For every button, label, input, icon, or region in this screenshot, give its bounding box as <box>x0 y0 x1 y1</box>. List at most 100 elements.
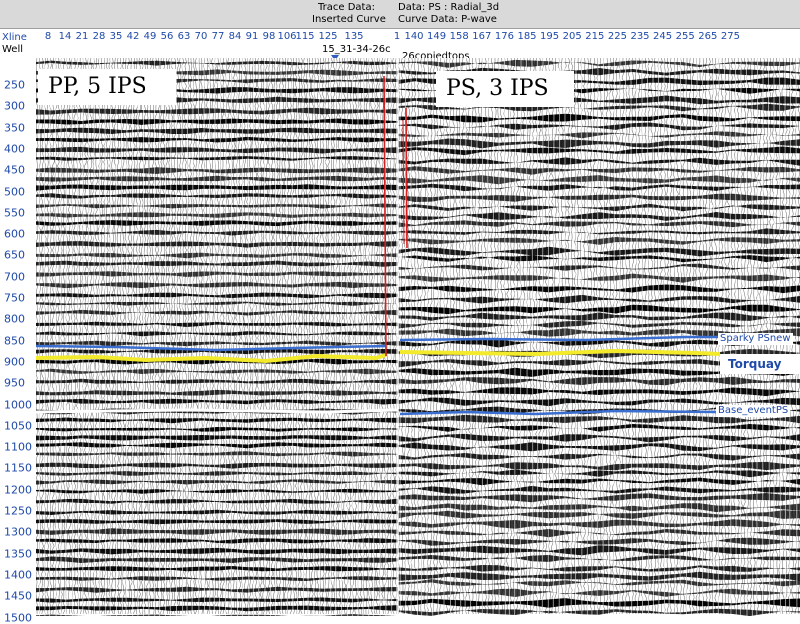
pp-trace-gap <box>270 58 271 616</box>
time-tick-label: 550 <box>4 206 25 219</box>
time-tick-label: 500 <box>4 185 25 198</box>
time-tick-label: 650 <box>4 249 25 262</box>
xline-tick-label: 215 <box>585 31 604 42</box>
time-tick-label: 900 <box>4 355 25 368</box>
xline-tick-label: 125 <box>318 31 337 42</box>
pp-trace-gap <box>363 58 364 616</box>
ps-panel-label: PS, 3 IPS <box>436 71 574 107</box>
inserted-curve-label: Inserted Curve <box>312 14 386 26</box>
time-tick-label: 350 <box>4 121 25 134</box>
pp-trace-gap <box>204 58 205 616</box>
xline-tick-label: 1 <box>394 31 400 42</box>
xline-tick-label: 42 <box>127 31 140 42</box>
xline-tick-label: 135 <box>344 31 363 42</box>
pp-trace-gap <box>265 58 266 616</box>
pp-trace-gap <box>308 58 309 616</box>
xline-tick-label: 265 <box>698 31 717 42</box>
time-tick-label: 700 <box>4 270 25 283</box>
xline-tick-label: 245 <box>653 31 672 42</box>
time-tick-label: 1000 <box>4 398 32 411</box>
ps-trace-gap <box>509 58 510 616</box>
pp-trace-gap <box>182 58 183 616</box>
time-tick-label: 400 <box>4 142 25 155</box>
xline-tick-label: 167 <box>472 31 491 42</box>
pp-trace-gap <box>116 58 117 616</box>
xline-tick-label: 255 <box>676 31 695 42</box>
xline-tick-label: 56 <box>161 31 174 42</box>
horizon-label-base-event[interactable]: Base_eventPS <box>716 405 790 417</box>
xline-tick-label: 235 <box>630 31 649 42</box>
well-track-ps <box>406 108 407 248</box>
time-tick-label: 1450 <box>4 590 32 603</box>
time-tick-label: 1500 <box>4 611 32 624</box>
xline-tick-label: 49 <box>144 31 157 42</box>
ps-trace-gap <box>576 58 577 616</box>
time-tick-label: 750 <box>4 292 25 305</box>
xline-tick-label: 140 <box>404 31 423 42</box>
horizon-label-sparky[interactable]: Sparky PSnew <box>718 333 793 345</box>
xline-tick-label: 149 <box>427 31 446 42</box>
time-tick-label: 950 <box>4 377 25 390</box>
time-tick-label: 450 <box>4 164 25 177</box>
white-horizon-pp <box>36 410 398 412</box>
ps-trace-gap <box>427 58 428 616</box>
plot-header: Trace Data: Data: PS : Radial_3d Inserte… <box>0 0 800 29</box>
xline-tick-label: 21 <box>76 31 89 42</box>
xline-tick-label: 205 <box>563 31 582 42</box>
xline-tick-label: 91 <box>246 31 259 42</box>
pp-trace-gap <box>39 58 40 616</box>
xline-tick-label: 70 <box>195 31 208 42</box>
xline-tick-label: 106 <box>277 31 296 42</box>
ps-trace-gap <box>642 58 643 616</box>
time-tick-label: 1150 <box>4 462 32 475</box>
pp-trace-gap <box>56 58 57 616</box>
xline-tick-label: 225 <box>608 31 627 42</box>
xline-tick-label: 195 <box>540 31 559 42</box>
xline-tick-label: 8 <box>45 31 51 42</box>
time-tick-label: 800 <box>4 313 25 326</box>
time-tick-label: 1100 <box>4 441 32 454</box>
xline-tick-label: 84 <box>229 31 242 42</box>
curve-data-source: Curve Data: P-wave <box>398 14 497 26</box>
pp-trace-gap <box>237 58 238 616</box>
xline-tick-label: 158 <box>450 31 469 42</box>
pp-trace-gap <box>49 58 50 616</box>
well-name-left: 15_31-34-26c <box>322 44 391 55</box>
trace-data-title: Trace Data: <box>318 2 375 14</box>
ps-trace-gap <box>592 58 593 616</box>
time-tick-label: 1050 <box>4 419 32 432</box>
time-tick-label: 1350 <box>4 547 32 560</box>
time-tick-label: 1400 <box>4 568 32 581</box>
time-tick-label: 850 <box>4 334 25 347</box>
ps-trace-gap <box>520 58 521 616</box>
time-tick-label: 1250 <box>4 505 32 518</box>
xline-tick-label: 77 <box>212 31 225 42</box>
trace-data-source: Data: PS : Radial_3d <box>398 2 499 14</box>
xline-tick-label: 275 <box>721 31 740 42</box>
xline-tick-label: 14 <box>59 31 72 42</box>
pp-trace-gap <box>226 58 227 616</box>
horizon-label-torquay[interactable]: Torquay <box>720 354 800 374</box>
ps-trace-gap <box>625 58 626 616</box>
xline-tick-label: 98 <box>263 31 276 42</box>
xline-tick-label: 35 <box>110 31 123 42</box>
time-tick-label: 600 <box>4 228 25 241</box>
pp-trace-gap <box>187 58 188 616</box>
xline-tick-label: 28 <box>93 31 106 42</box>
xline-tick-label: 185 <box>517 31 536 42</box>
time-tick-label: 1200 <box>4 483 32 496</box>
seismic-section[interactable] <box>36 58 800 616</box>
xline-axis-title: Xline <box>2 32 27 43</box>
time-axis: 250 300 350 400 450 500 550 600 650 700 750 800 850 9… <box>0 58 36 616</box>
pp-trace-gap <box>303 58 304 616</box>
torquay-horizon-ps <box>400 351 720 354</box>
xline-tick-label: 63 <box>178 31 191 42</box>
time-tick-label: 250 <box>4 79 25 92</box>
xline-tick-label: 176 <box>495 31 514 42</box>
xline-axis: 8 14 21 28 35 42 49 56 63 70 77 84 91 98106115 125 135 1… <box>38 31 798 45</box>
time-tick-label: 300 <box>4 100 25 113</box>
well-axis-title: Well <box>2 44 23 55</box>
xline-tick-label: 115 <box>295 31 314 42</box>
pp-panel-label: PP, 5 IPS <box>38 69 176 105</box>
time-tick-label: 1300 <box>4 526 32 539</box>
